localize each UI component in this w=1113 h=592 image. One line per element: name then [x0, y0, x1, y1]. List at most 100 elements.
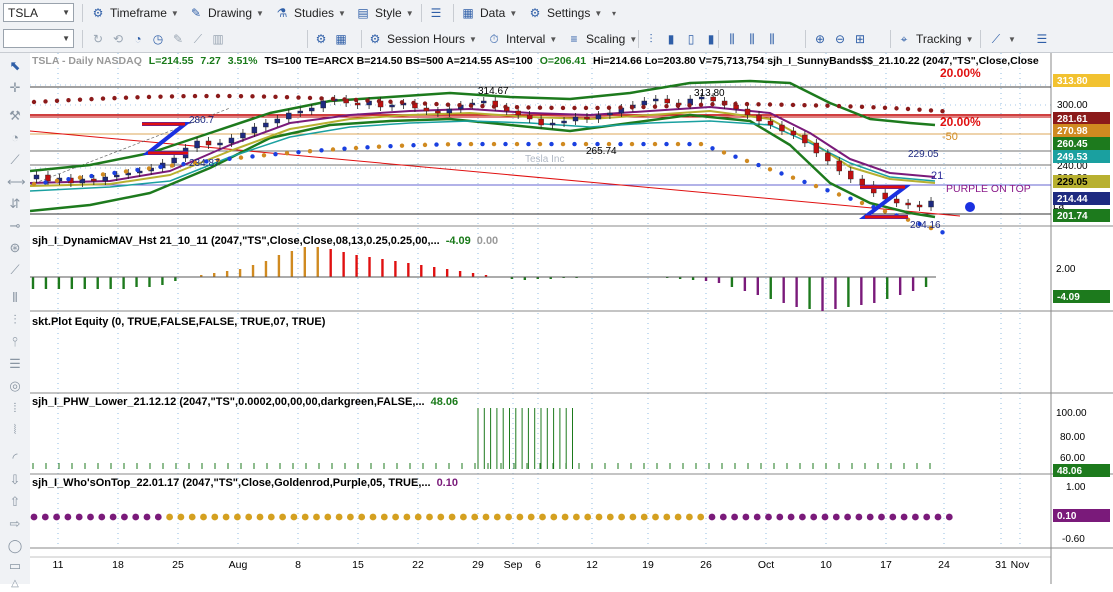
band-dot-bottom [664, 141, 669, 147]
studies-menu[interactable]: ⚗ Studies ▼ [274, 3, 346, 23]
channel-icon[interactable]: ☰ [7, 356, 23, 372]
vertical-lines-icon[interactable]: ⫴ [7, 290, 23, 306]
chart-symbol-title: TSLA - Daily NASDAQ L=214.55 7.27 3.51% … [32, 55, 1039, 67]
zoom-fit-icon[interactable]: ⊞ [852, 31, 868, 47]
arrow-down-icon[interactable]: ⇩ [7, 472, 23, 488]
band-dot-top [468, 103, 474, 108]
gauge-icon[interactable]: ◔ [7, 130, 23, 146]
band-dot-top [296, 95, 301, 100]
candle-body [240, 132, 246, 139]
whos-on-top-dot [810, 513, 818, 521]
time-tick: Nov [1011, 559, 1030, 571]
toolbar-divider [82, 30, 83, 48]
pencil-icon[interactable]: ✎ [170, 31, 186, 47]
speed-lines-icon[interactable]: ⫶ [7, 312, 23, 328]
timeframe-menu[interactable]: ⚙ Timeframe ▼ [90, 3, 179, 23]
bar-spacing-icon[interactable]: ⫼ [764, 31, 780, 47]
ellipse-icon[interactable]: ◯ [7, 538, 23, 554]
band-dot-top [353, 97, 359, 103]
refresh-tools: ↻ ⟲ ◔ ◷ ✎ ⟋ ▥ [90, 29, 226, 49]
chevron-down-icon[interactable]: ▼ [1008, 35, 1016, 44]
candle-body [595, 114, 602, 120]
candle-volume-icon[interactable]: ▮ [703, 31, 719, 47]
triangle-icon[interactable]: △ [7, 576, 23, 592]
style-label: Style [375, 6, 402, 20]
drawing-menu[interactable]: ✎ Drawing ▼ [188, 3, 264, 23]
speed-icon[interactable]: ◔ [130, 31, 146, 47]
whos-on-top-dot [53, 513, 60, 521]
band-dot-top [227, 93, 232, 99]
candle-body [205, 140, 212, 146]
whos-on-top-dot [177, 513, 185, 521]
ohlc-bar-icon[interactable]: ⫶ [643, 31, 659, 47]
price-chart[interactable]: TSLA - Daily NASDAQ L=214.55 7.27 3.51% … [29, 53, 1113, 584]
rectangle-icon[interactable]: ▭ [7, 558, 23, 574]
history-icon[interactable]: ⟲ [110, 31, 126, 47]
layout-toggle-button[interactable]: ☰ [428, 3, 444, 23]
arrow-up-icon[interactable]: ⇧ [7, 494, 23, 510]
chevron-down-icon[interactable]: ▼ [62, 34, 70, 43]
arc-icon[interactable]: ◜ [7, 450, 23, 466]
candle-body [848, 170, 854, 180]
whos-on-top-dot [606, 513, 614, 521]
fib-time-icon[interactable]: ⦙ [7, 400, 23, 416]
interval-input[interactable]: ▼ [3, 29, 74, 48]
horizontal-line-icon[interactable]: ⟷ [7, 174, 26, 190]
list-icon[interactable]: ☰ [1034, 31, 1050, 47]
zoom-in-icon[interactable]: ⊕ [812, 31, 828, 47]
settings-icon[interactable]: ⚙ [313, 31, 329, 47]
gann-fan-icon[interactable]: ◎ [7, 378, 23, 394]
tracking-menu[interactable]: ⌖ Tracking ▼ [896, 29, 974, 49]
candle-body [767, 120, 774, 126]
crosshair-icon[interactable]: ✛ [7, 80, 23, 96]
whos-on-top-dot [324, 513, 332, 521]
session-hours-menu[interactable]: ⚙ Session Hours ▼ [367, 29, 477, 49]
toolbar-overflow[interactable]: ▾ [612, 3, 616, 23]
zoom-out-icon[interactable]: ⊖ [832, 31, 848, 47]
candle-body [549, 122, 556, 126]
trendline-icon[interactable]: ⟋ [190, 31, 206, 47]
candle-body [813, 142, 820, 154]
regression-icon[interactable]: ⫯ [7, 334, 23, 350]
candle-body [389, 104, 395, 108]
pointer-icon[interactable]: ⬉ [7, 58, 23, 74]
toolbar-divider [453, 4, 454, 22]
arrow-right-icon[interactable]: ⇨ [7, 516, 23, 532]
andrews-pitchfork-icon[interactable]: ⊸ [7, 218, 23, 234]
grid-icon[interactable]: ▦ [333, 31, 349, 47]
fib-arcs-icon[interactable]: ⦚ [7, 422, 23, 438]
interval-menu[interactable]: ⏱ Interval ▼ [486, 29, 557, 49]
band-dot-top [204, 93, 209, 99]
wrench-icon[interactable]: ⚒ [7, 108, 23, 124]
compress-bars-icon[interactable]: ⫼ [724, 31, 740, 47]
chart-area[interactable]: TSLA - Daily NASDAQ L=214.55 7.27 3.51% … [29, 53, 1113, 584]
gauge-icon[interactable]: ◷ [150, 31, 166, 47]
settings-menu[interactable]: ⚙ Settings ▼ [527, 3, 603, 23]
chevron-down-icon[interactable]: ▼ [62, 8, 70, 17]
whos-on-top-dot [448, 513, 456, 521]
trend-chart-icon[interactable]: ⟋ [988, 31, 1004, 47]
band-dot-bottom [733, 154, 738, 159]
refresh-icon[interactable]: ↻ [90, 31, 106, 47]
symbol-input[interactable]: TSLA ▼ [3, 3, 74, 22]
candle-hollow-icon[interactable]: ▯ [683, 31, 699, 47]
ruler-icon[interactable]: ⟋ [7, 262, 23, 278]
tracking-label: Tracking [916, 32, 962, 46]
scaling-menu[interactable]: ≡ Scaling ▼ [566, 29, 637, 49]
data-menu[interactable]: ▦ Data ▼ [460, 3, 517, 23]
gann-icon[interactable]: ⊛ [7, 240, 23, 256]
style-icon: ▤ [357, 6, 369, 20]
trendline-icon[interactable]: ⟋ [7, 152, 23, 168]
band-dot-top [583, 105, 589, 111]
expand-bars-icon[interactable]: ⫼ [744, 31, 760, 47]
candlestick-icon[interactable]: ▮ [663, 31, 679, 47]
drawing-label: Drawing [208, 6, 253, 20]
fibonacci-icon[interactable]: ⇵ [7, 196, 23, 212]
band-dot-top [560, 105, 566, 111]
axis-tick: 1.00 [1066, 482, 1086, 493]
style-menu[interactable]: ▤ Style ▼ [355, 3, 413, 23]
bar-chart-icon[interactable]: ▥ [210, 31, 226, 47]
candle-body [45, 174, 51, 182]
band-dot-top [66, 98, 71, 103]
band-dot-top [698, 102, 704, 107]
